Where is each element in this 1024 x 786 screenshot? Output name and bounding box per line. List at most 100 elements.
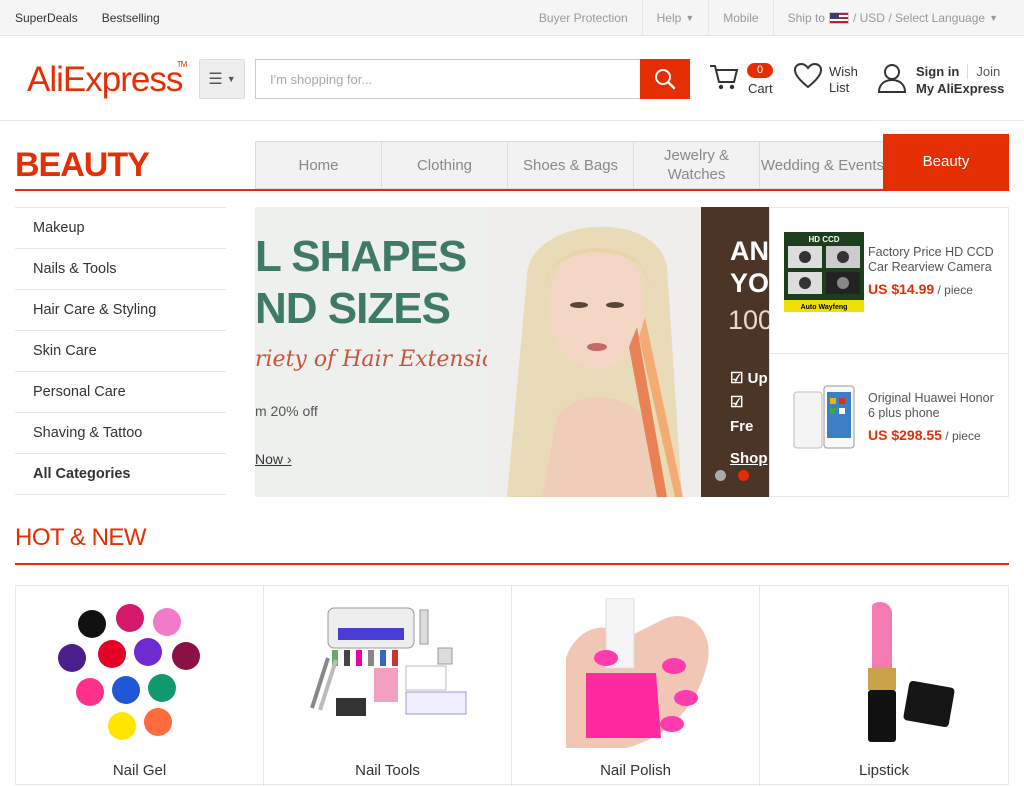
hamburger-icon: ☰ <box>208 71 223 88</box>
help-menu[interactable]: Help ▼ <box>641 0 709 36</box>
carousel-dot-1[interactable] <box>715 470 726 481</box>
deal-price-value: US $14.99 <box>868 281 935 297</box>
nail-gel-image <box>57 604 200 740</box>
product-label: Nail Polish <box>600 762 671 779</box>
search-button[interactable] <box>640 59 690 99</box>
help-label: Help <box>656 11 682 25</box>
deal-price-unit: / piece <box>934 283 973 297</box>
nail-tools-image <box>309 607 466 716</box>
banner-shop-now-link[interactable]: Now › <box>255 451 292 467</box>
page-title: BEAUTY <box>15 146 150 184</box>
category-menu-button[interactable]: ☰ ▼ <box>199 59 245 99</box>
heart-icon[interactable] <box>793 62 823 90</box>
slide2-headline: AN YO <box>730 235 769 299</box>
nail-polish-image <box>545 598 726 748</box>
cart-icon[interactable] <box>708 62 740 92</box>
lipstick-image <box>868 602 955 742</box>
bestselling-link[interactable]: Bestselling <box>102 11 160 25</box>
superdeals-link[interactable]: SuperDeals <box>15 11 78 25</box>
banner-slide-2: AN YO 100 ☑ Up ☑ Fre Shop <box>701 207 769 497</box>
sidebar-item-nails-tools[interactable]: Nails & Tools <box>15 249 226 290</box>
chevron-down-icon: ▼ <box>685 13 695 23</box>
section-title: HOT & NEW <box>15 524 147 551</box>
site-header: AliExpress TM ☰ ▼ I'm shopping for... 0 Ca… <box>0 36 1024 121</box>
model-image <box>487 207 701 497</box>
sign-in-link[interactable]: Sign in <box>916 64 959 79</box>
search-icon <box>655 69 676 90</box>
us-flag-icon <box>828 12 849 24</box>
hero-banner[interactable]: L SHAPES ND SIZES riety of Hair Extensio… <box>255 207 769 497</box>
side-menu: Makeup Nails & Tools Hair Care & Styling… <box>15 207 226 495</box>
join-link[interactable]: Join <box>967 64 1001 79</box>
logo-text-ali: Ali <box>27 60 64 99</box>
logo-text-express: Express <box>62 60 183 99</box>
wish-label-1: Wish <box>829 64 858 79</box>
product-card[interactable]: Nail Gel <box>16 586 264 786</box>
buyer-protection-link[interactable]: Buyer Protection <box>525 0 642 36</box>
camera-image-top-label: HD CCD <box>808 235 839 244</box>
sidebar-item-personal-care[interactable]: Personal Care <box>15 372 226 413</box>
title-divider <box>15 189 1009 191</box>
category-tabs: Home Clothing Shoes & Bags Jewelry & Wat… <box>255 134 1009 189</box>
product-card[interactable]: Nail Polish <box>512 586 760 786</box>
product-card[interactable]: Lipstick <box>760 586 1008 786</box>
cart-count-badge: 0 <box>747 63 773 78</box>
carousel-dots <box>715 470 761 481</box>
slide2-bullet-2: ☑ Fre <box>730 394 754 435</box>
tab-jewelry-watches[interactable]: Jewelry & Watches <box>633 141 759 189</box>
logo-tm: TM <box>176 60 188 69</box>
chevron-down-icon: ▼ <box>989 13 998 23</box>
aliexpress-logo[interactable]: AliExpress TM <box>27 60 187 100</box>
banner-line-2: ND SIZES <box>255 284 451 333</box>
search-input[interactable]: I'm shopping for... <box>255 59 641 99</box>
slide2-line-1: AN <box>730 236 769 266</box>
slide2-number: 100 <box>728 305 769 335</box>
tab-beauty[interactable]: Beauty <box>883 134 1009 189</box>
mobile-label: Mobile <box>723 11 759 25</box>
wish-list-link[interactable]: Wish List <box>829 64 858 96</box>
camera-image-bottom-label: Auto Wayfeng <box>801 304 848 311</box>
deal-name: Original Huawei Honor 6 plus phone <box>868 391 994 420</box>
chevron-down-icon: ▼ <box>226 74 236 84</box>
deal-name: Factory Price HD CCD Car Rearview Camera <box>868 245 994 274</box>
product-label: Nail Tools <box>355 762 420 779</box>
sidebar-item-makeup[interactable]: Makeup <box>15 208 226 249</box>
banner-subtitle: riety of Hair Extensions <box>255 347 521 372</box>
sidebar-item-all-categories[interactable]: All Categories <box>15 454 226 495</box>
cart-label[interactable]: Cart <box>748 81 773 96</box>
deal-price-unit: / piece <box>941 429 981 443</box>
buyer-protection-label: Buyer Protection <box>538 11 628 25</box>
deal-item[interactable]: Original Huawei Honor 6 plus phone US $2… <box>770 353 1008 498</box>
deal-price: US $298.55 / piece <box>868 427 981 443</box>
ship-to-label: Ship to <box>787 11 825 25</box>
deal-item[interactable]: HD CCD Auto Wayfeng Factory Price HD CCD… <box>770 208 1008 353</box>
sidebar-item-shaving-tattoo[interactable]: Shaving & Tattoo <box>15 413 226 454</box>
currency-label: / USD <box>852 11 885 25</box>
section-divider <box>15 563 1009 565</box>
slide2-bullets: ☑ Up ☑ Fre <box>730 367 769 439</box>
wish-label-2: List <box>829 80 850 95</box>
deals-panel: HD CCD Auto Wayfeng Factory Price HD CCD… <box>769 207 1009 497</box>
language-label: / Select Language <box>888 11 986 25</box>
user-icon[interactable] <box>876 62 908 94</box>
slide2-shop-link[interactable]: Shop <box>730 450 768 467</box>
tab-clothing[interactable]: Clothing <box>381 141 507 189</box>
deal-price-value: US $298.55 <box>868 427 942 443</box>
mobile-link[interactable]: Mobile <box>708 0 772 36</box>
product-label: Lipstick <box>858 762 910 779</box>
tab-home[interactable]: Home <box>255 141 381 189</box>
product-grid: Nail Gel Nail Tools Nail Polish Lipstick <box>15 585 1009 786</box>
sidebar-item-hair-care[interactable]: Hair Care & Styling <box>15 290 226 331</box>
slide2-line-2: YO <box>730 268 769 298</box>
product-card[interactable]: Nail Tools <box>264 586 512 786</box>
tab-wedding-events[interactable]: Wedding & Events <box>759 141 885 189</box>
ship-to-language-menu[interactable]: Ship to / USD / Select Language ▼ <box>772 0 1012 36</box>
slide2-bullet-1: ☑ Up <box>730 370 768 387</box>
sidebar-item-skin-care[interactable]: Skin Care <box>15 331 226 372</box>
banner-discount: m 20% off <box>255 403 318 419</box>
my-aliexpress-link[interactable]: My AliExpress <box>916 81 1004 96</box>
carousel-dot-2[interactable] <box>738 470 749 481</box>
tab-shoes-bags[interactable]: Shoes & Bags <box>507 141 633 189</box>
phone-product-image <box>784 378 864 458</box>
banner-line-1: L SHAPES <box>255 232 467 281</box>
